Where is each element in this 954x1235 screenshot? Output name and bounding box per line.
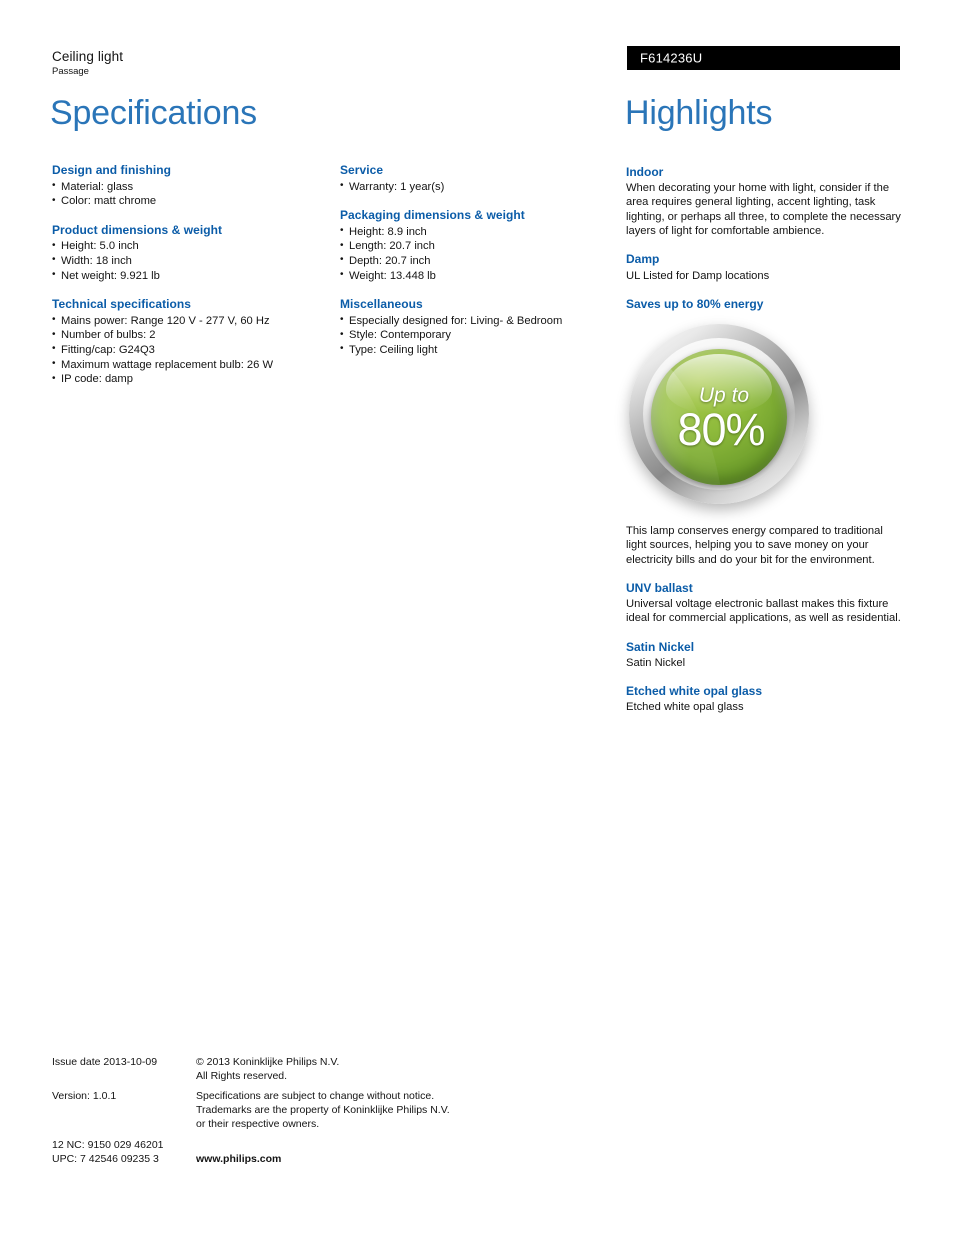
nc-code: 12 NC: 9150 029 46201 — [52, 1139, 164, 1151]
highlight-body: Universal voltage electronic ballast mak… — [626, 598, 901, 625]
copyright-notice: © 2013 Koninklijke Philips N.V. All Righ… — [196, 1055, 339, 1083]
disclaimer-line-2: Trademarks are the property of Koninklij… — [196, 1104, 450, 1116]
spec-group-technical-specifications: Technical specifications Mains power: Ra… — [52, 297, 330, 387]
page-title-specifications: Specifications — [50, 94, 257, 132]
spec-list: Especially designed for: Living- & Bedro… — [340, 313, 618, 358]
spec-item: Height: 5.0 inch — [52, 239, 330, 254]
highlight-body: When decorating your home with light, co… — [626, 182, 901, 238]
highlight-body: Etched white opal glass — [626, 701, 744, 714]
spec-item: Fitting/cap: G24Q3 — [52, 342, 330, 358]
highlight-heading: Saves up to 80% energy — [626, 296, 764, 311]
spec-item: Number of bulbs: 2 — [52, 328, 330, 343]
page-title-highlights: Highlights — [625, 94, 773, 132]
spec-group-heading: Design and finishing — [52, 163, 172, 177]
disclaimer-line-3: or their respective owners. — [196, 1118, 320, 1130]
spec-item: Length: 20.7 inch — [340, 239, 618, 254]
spec-item: Color: matt chrome — [52, 194, 330, 209]
spec-group-packaging-dimensions-weight: Packaging dimensions & weight Height: 8.… — [340, 208, 618, 283]
spec-list: Warranty: 1 year(s) — [340, 179, 618, 195]
highlight-heading: UNV ballast — [626, 580, 693, 595]
spec-item: Maximum wattage replacement bulb: 26 W — [52, 357, 330, 373]
highlight-heading: Etched white opal glass — [626, 684, 763, 699]
disclaimer: Specifications are subject to change wit… — [196, 1089, 450, 1131]
spec-item: Style: Contemporary — [340, 328, 618, 343]
spec-group-heading: Packaging dimensions & weight — [340, 208, 525, 223]
spec-list: Material: glass Color: matt chrome — [52, 179, 330, 209]
product-series: Passage — [52, 66, 89, 78]
spec-group-design-and-finishing: Design and finishing Material: glass Col… — [52, 163, 330, 209]
spec-group-heading: Technical specifications — [52, 297, 192, 312]
highlight-etched-white-opal-glass: Etched white opal glass Etched white opa… — [626, 683, 902, 714]
spec-item: Especially designed for: Living- & Bedro… — [340, 313, 618, 329]
highlight-heading: Indoor — [626, 165, 664, 179]
spec-group-miscellaneous: Miscellaneous Especially designed for: L… — [340, 297, 618, 357]
spec-list: Mains power: Range 120 V - 277 V, 60 Hz … — [52, 313, 330, 387]
issue-date: Issue date 2013-10-09 — [52, 1056, 158, 1068]
energy-savings-badge: Up to 80% — [621, 320, 821, 516]
highlight-unv-ballast: UNV ballast Universal voltage electronic… — [626, 580, 902, 626]
highlight-heading: Satin Nickel — [626, 639, 695, 654]
model-number: F614236U — [640, 50, 703, 66]
highlight-energy-savings: Saves up to 80% energy Up to 80% This la… — [626, 296, 902, 567]
specifications-column-right: Service Warranty: 1 year(s) Packaging di… — [340, 163, 618, 358]
product-codes: 12 NC: 9150 029 46201 UPC: 7 42546 09235… — [52, 1138, 164, 1166]
document-version: Version: 1.0.1 — [52, 1090, 117, 1102]
highlight-indoor: Indoor When decorating your home with li… — [626, 164, 902, 238]
spec-item: IP code: damp — [52, 372, 330, 387]
spec-item: Material: glass — [52, 179, 330, 195]
highlight-body: Satin Nickel — [626, 656, 686, 669]
spec-list: Height: 8.9 inch Length: 20.7 inch Depth… — [340, 224, 618, 284]
spec-list: Height: 5.0 inch Width: 18 inch Net weig… — [52, 239, 330, 283]
spec-item: Depth: 20.7 inch — [340, 253, 618, 269]
spec-item: Type: Ceiling light — [340, 342, 618, 358]
spec-item: Mains power: Range 120 V - 277 V, 60 Hz — [52, 313, 330, 329]
specifications-column-left: Design and finishing Material: glass Col… — [52, 163, 330, 387]
model-number-bar: F614236U — [627, 46, 900, 70]
spec-group-service: Service Warranty: 1 year(s) — [340, 163, 618, 194]
spec-item: Width: 18 inch — [52, 253, 330, 269]
highlight-heading: Damp — [626, 252, 660, 267]
badge-gloss-highlight — [665, 354, 773, 415]
highlight-body: UL Listed for Damp locations — [626, 269, 770, 282]
spec-group-product-dimensions-weight: Product dimensions & weight Height: 5.0 … — [52, 223, 330, 283]
product-spec-sheet: Ceiling light Passage F614236U Specifica… — [0, 0, 954, 1235]
product-type: Ceiling light — [52, 49, 124, 64]
product-identity: Ceiling light Passage — [52, 49, 124, 78]
highlight-satin-nickel: Satin Nickel Satin Nickel — [626, 639, 902, 670]
spec-item: Height: 8.9 inch — [340, 224, 618, 240]
badge-green-disc — [651, 349, 787, 486]
spec-item: Warranty: 1 year(s) — [340, 179, 618, 195]
spec-item: Net weight: 9.921 lb — [52, 268, 330, 284]
copyright-line-1: © 2013 Koninklijke Philips N.V. — [196, 1056, 340, 1068]
spec-group-heading: Miscellaneous — [340, 297, 423, 312]
spec-group-heading: Service — [340, 163, 384, 177]
spec-item: Weight: 13.448 lb — [340, 268, 618, 284]
disclaimer-line-1: Specifications are subject to change wit… — [196, 1090, 435, 1102]
copyright-line-2: All Rights reserved. — [196, 1070, 288, 1082]
upc-code: UPC: 7 42546 09235 3 — [52, 1153, 159, 1165]
highlight-body: This lamp conserves energy compared to t… — [626, 525, 883, 566]
spec-group-heading: Product dimensions & weight — [52, 222, 223, 237]
highlights-column: Indoor When decorating your home with li… — [626, 164, 902, 728]
website-link[interactable]: www.philips.com — [196, 1152, 281, 1166]
highlight-damp: Damp UL Listed for Damp locations — [626, 251, 902, 282]
